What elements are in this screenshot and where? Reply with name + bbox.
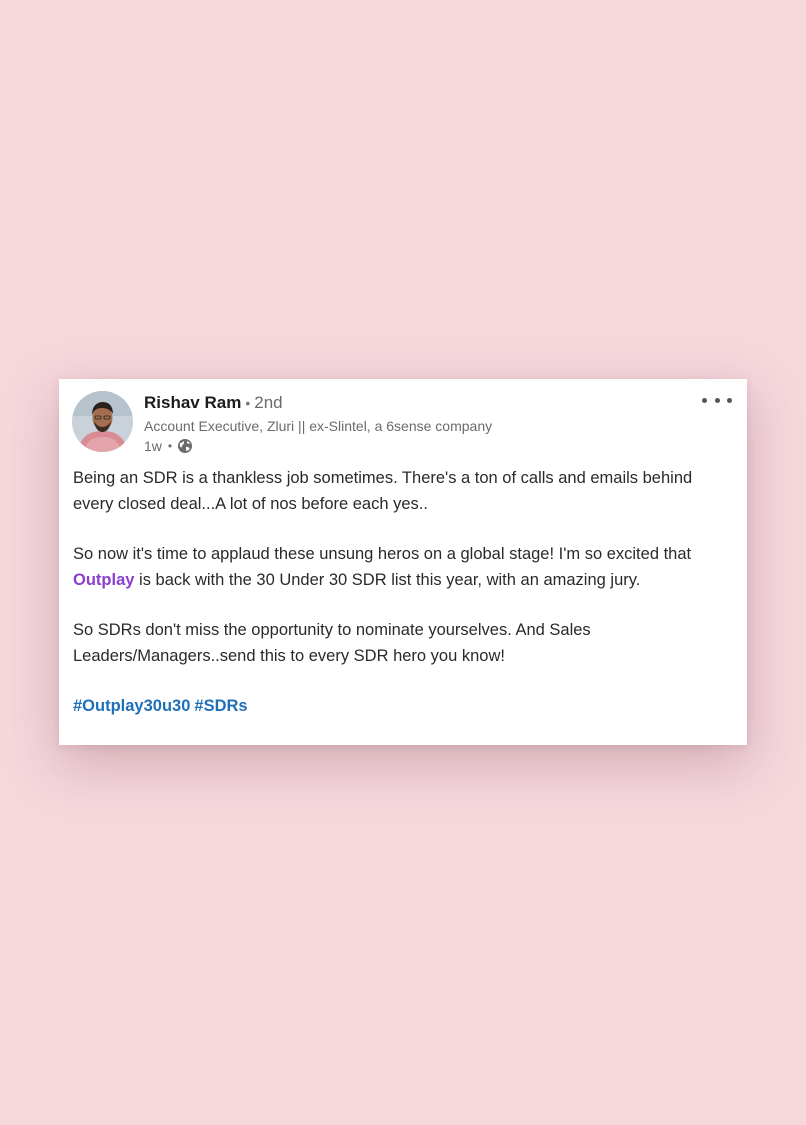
author-headline: Account Executive, Zluri || ex-Slintel, … xyxy=(144,418,493,434)
ellipsis-icon-dot xyxy=(702,397,707,403)
hashtag-link[interactable]: #Outplay30u30 xyxy=(73,697,190,715)
post-paragraph-2: So now it's time to applaud these unsung… xyxy=(73,542,733,593)
avatar-photo xyxy=(72,391,133,452)
author-name[interactable]: Rishav Ram xyxy=(144,393,241,412)
post-body: Being an SDR is a thankless job sometime… xyxy=(73,466,733,720)
post-meta: 1w • xyxy=(144,438,193,454)
paragraph-2-end: is back with the 30 Under 30 SDR list th… xyxy=(134,570,641,589)
separator-dot: • xyxy=(245,395,251,411)
post-paragraph-1: Being an SDR is a thankless job sometime… xyxy=(73,469,693,513)
ellipsis-icon-dot xyxy=(727,397,732,403)
hashtag-row: #Outplay30u30 #SDRs xyxy=(73,694,733,720)
hashtag-link[interactable]: #SDRs xyxy=(194,697,247,715)
ellipsis-icon-dot xyxy=(714,397,720,403)
more-options-button[interactable] xyxy=(702,393,732,407)
company-mention-link[interactable]: Outplay xyxy=(73,571,134,589)
post-card: Rishav Ram • 2nd Account Executive, Zluri … xyxy=(59,379,747,745)
avatar[interactable] xyxy=(72,391,133,452)
post-paragraph-3: So SDRs don't miss the opportunity to no… xyxy=(73,621,591,665)
meta-separator: • xyxy=(167,439,173,453)
globe-icon xyxy=(178,439,193,453)
paragraph-2-start: So now it's time to applaud these unsung… xyxy=(73,545,692,563)
connection-degree: 2nd xyxy=(254,393,283,412)
post-time: 1w xyxy=(144,438,162,454)
author-line: Rishav Ram • 2nd xyxy=(144,393,283,413)
